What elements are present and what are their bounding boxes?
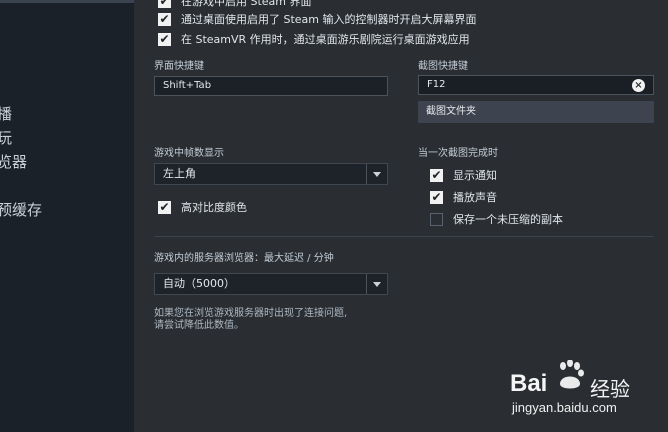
sidebar-item-remote-play[interactable]: 畅玩 [0,127,12,148]
baidu-brand-left: Bai [510,370,548,397]
baidu-watermark: Bai 经验 jingyan.baidu.com [510,359,660,420]
settings-sidebar: 务 直播 畅玩 浏览器 器 器预缓存 [0,0,134,432]
baidu-url: jingyan.baidu.com [512,400,617,415]
show-notification-label: 显示通知 [453,169,497,182]
screenshot-hotkey-input[interactable]: F12 [418,75,654,95]
overlay-enable-row[interactable]: ✔ 在游戏中启用 Steam 界面 [158,0,312,9]
overlay-enable-label: 在游戏中启用 Steam 界面 [181,0,312,8]
checkbox-checked-icon[interactable]: ✔ [158,12,171,26]
server-browser-value: 自动（5000） [163,277,235,290]
checkbox-checked-icon[interactable]: ✔ [158,200,171,214]
steamvr-theater-row[interactable]: ✔ 在 SteamVR 作用时，通过桌面游乐剧院运行桌面游戏应用 [158,31,470,47]
screenshot-folder-button[interactable]: 截图文件夹 [418,101,654,123]
fps-display-value: 左上角 [163,167,196,180]
steamvr-theater-label: 在 SteamVR 作用时，通过桌面游乐剧院运行桌面游戏应用 [181,33,470,46]
high-contrast-label: 高对比度颜色 [181,201,247,214]
section-divider [154,236,654,237]
server-browser-note-line2: 请尝试降低此数值。 [154,320,244,331]
screenshot-hotkey-label: 截图快捷键 [418,61,468,72]
bigpicture-controller-label: 通过桌面使用启用了 Steam 输入的控制器时开启大屏幕界面 [181,13,477,26]
chevron-down-icon[interactable] [366,274,387,294]
baidu-brand-right: 经验 [590,377,630,401]
checkbox-checked-icon[interactable]: ✔ [158,32,171,46]
checkbox-checked-icon[interactable]: ✔ [430,190,443,204]
save-uncompressed-label: 保存一个未压缩的副本 [453,213,563,226]
chevron-down-icon[interactable] [366,164,387,184]
overlay-hotkey-input[interactable]: Shift+Tab [154,76,388,96]
bigpicture-controller-row[interactable]: ✔ 通过桌面使用启用了 Steam 输入的控制器时开启大屏幕界面 [158,11,477,27]
sidebar-item-shader-precache[interactable]: 器预缓存 [0,199,42,220]
server-browser-label: 游戏内的服务器浏览器：最大延迟 / 分钟 [154,253,334,264]
checkbox-checked-icon[interactable]: ✔ [158,0,171,8]
server-browser-note-line1: 如果您在浏览游戏服务器时出现了连接问题, [154,308,348,319]
fps-display-dropdown[interactable]: 左上角 [154,163,388,185]
on-screenshot-label: 当一次截图完成时 [418,148,498,159]
overlay-hotkey-label: 界面快捷键 [154,61,204,72]
play-sound-label: 播放声音 [453,191,497,204]
show-notification-row[interactable]: ✔ 显示通知 [430,167,497,183]
sidebar-item-broadcast[interactable]: 直播 [0,103,12,124]
high-contrast-row[interactable]: ✔ 高对比度颜色 [158,199,247,215]
play-sound-row[interactable]: ✔ 播放声音 [430,189,497,205]
save-uncompressed-row[interactable]: 保存一个未压缩的副本 [430,211,563,227]
checkbox-checked-icon[interactable]: ✔ [430,168,443,182]
fps-display-label: 游戏中帧数显示 [154,148,224,159]
sidebar-divider [0,0,134,3]
checkbox-unchecked-icon[interactable] [430,212,443,226]
sidebar-item-browser[interactable]: 浏览器 [0,151,27,172]
clear-hotkey-icon[interactable]: × [632,79,645,92]
server-browser-dropdown[interactable]: 自动（5000） [154,273,388,295]
